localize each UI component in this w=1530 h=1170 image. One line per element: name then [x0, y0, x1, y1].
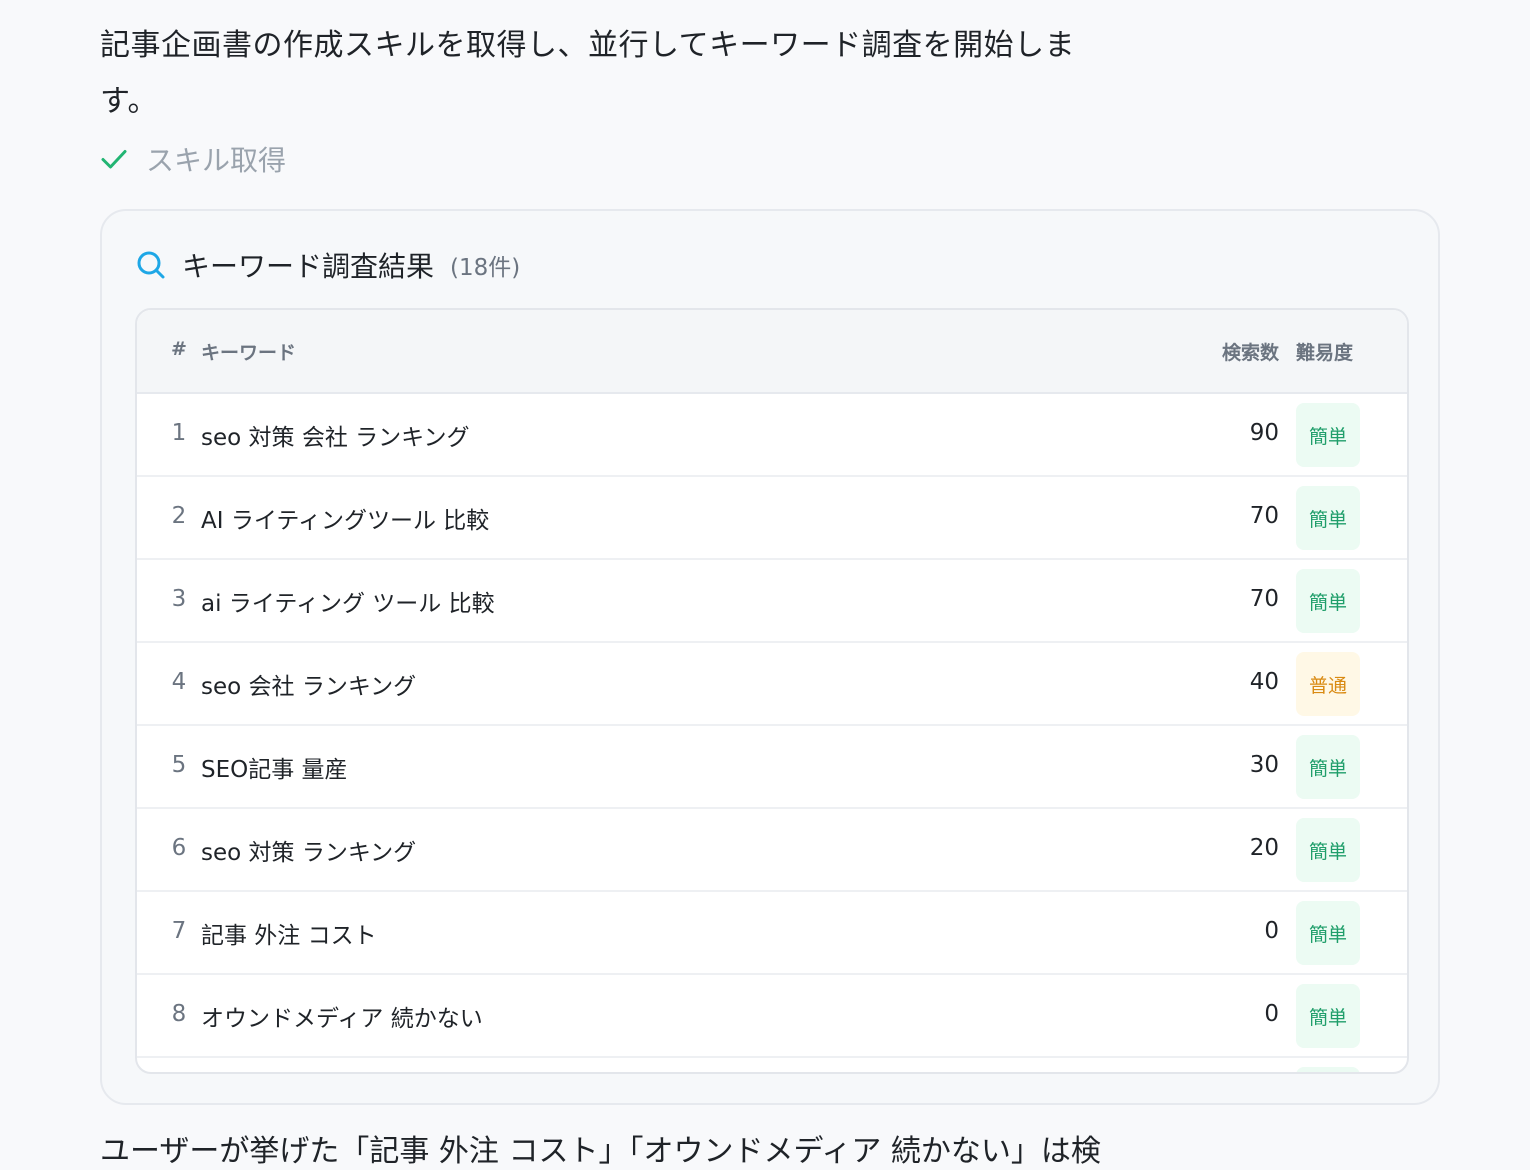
row-number: 1 — [171, 420, 187, 446]
difficulty-badge: 簡単 — [1296, 486, 1360, 550]
row-number: 7 — [171, 918, 187, 944]
header-difficulty: 難易度 — [1296, 342, 1354, 364]
check-icon — [100, 145, 128, 173]
header-keyword: キーワード — [201, 342, 297, 364]
row-volume: 30 — [1249, 752, 1279, 778]
table-row: 5 SEO記事 量産 30 簡単 — [137, 726, 1407, 809]
row-volume: 20 — [1249, 835, 1279, 861]
table-row: 6 seo 対策 ランキング 20 簡単 — [137, 809, 1407, 892]
difficulty-badge: 簡単 — [1296, 403, 1360, 467]
search-icon — [136, 250, 166, 280]
difficulty-badge: 簡単 — [1296, 818, 1360, 882]
intro-line-1: 記事企画書の作成スキルを取得し、並行してキーワード調査を開始しま — [100, 28, 1076, 63]
assistant-message: 記事企画書の作成スキルを取得し、並行してキーワード調査を開始しま す。 — [100, 18, 1140, 130]
row-number: 3 — [171, 586, 187, 612]
card-header: キーワード調査結果 (18件) — [136, 243, 520, 287]
row-volume: 70 — [1249, 586, 1279, 612]
difficulty-badge: 普通 — [1296, 652, 1360, 716]
table-row: 1 seo 対策 会社 ランキング 90 簡単 — [137, 394, 1407, 477]
difficulty-badge: 簡単 — [1296, 569, 1360, 633]
row-keyword: SEO記事 量産 — [201, 757, 348, 783]
difficulty-badge: 簡単 — [1296, 901, 1360, 965]
row-keyword: オウンドメディア 続かない — [201, 1006, 483, 1032]
assistant-message-continued: ユーザーが挙げた「記事 外注 コスト」「オウンドメディア 続かない」は検 — [100, 1134, 1101, 1169]
table-row-partial — [137, 1058, 1407, 1072]
skill-status: スキル取得 — [100, 136, 286, 182]
table-row: 8 オウンドメディア 続かない 0 簡単 — [137, 975, 1407, 1058]
row-volume: 40 — [1249, 669, 1279, 695]
row-volume: 0 — [1264, 1001, 1279, 1027]
row-keyword: seo 会社 ランキング — [201, 674, 417, 700]
row-number: 8 — [171, 1001, 187, 1027]
row-volume: 90 — [1249, 420, 1279, 446]
table-row: 2 AI ライティングツール 比較 70 簡単 — [137, 477, 1407, 560]
header-volume: 検索数 — [1221, 342, 1279, 364]
row-number: 2 — [171, 503, 187, 529]
result-count: (18件) — [450, 255, 521, 281]
table-header: # キーワード 検索数 難易度 — [137, 310, 1407, 394]
skill-status-label: スキル取得 — [146, 144, 287, 177]
row-keyword: seo 対策 ランキング — [201, 840, 417, 866]
keyword-results-card: キーワード調査結果 (18件) # キーワード 検索数 難易度 1 seo 対策… — [100, 209, 1440, 1105]
row-keyword: 記事 外注 コスト — [201, 923, 377, 949]
row-volume: 0 — [1264, 918, 1279, 944]
keyword-table[interactable]: # キーワード 検索数 難易度 1 seo 対策 会社 ランキング 90 簡単 … — [135, 308, 1409, 1074]
row-volume: 70 — [1249, 503, 1279, 529]
card-title: キーワード調査結果 — [182, 250, 435, 283]
row-keyword: AI ライティングツール 比較 — [201, 508, 490, 534]
row-number: 5 — [171, 752, 187, 778]
row-number: 4 — [171, 669, 187, 695]
difficulty-badge: 簡単 — [1296, 984, 1360, 1048]
table-row: 3 ai ライティング ツール 比較 70 簡単 — [137, 560, 1407, 643]
difficulty-badge-partial — [1296, 1067, 1360, 1072]
row-number: 6 — [171, 835, 187, 861]
table-row: 4 seo 会社 ランキング 40 普通 — [137, 643, 1407, 726]
intro-line-2: す。 — [100, 84, 158, 119]
header-number: # — [171, 338, 187, 360]
row-keyword: ai ライティング ツール 比較 — [201, 591, 495, 617]
row-keyword: seo 対策 会社 ランキング — [201, 425, 470, 451]
difficulty-badge: 簡単 — [1296, 735, 1360, 799]
table-row: 7 記事 外注 コスト 0 簡単 — [137, 892, 1407, 975]
